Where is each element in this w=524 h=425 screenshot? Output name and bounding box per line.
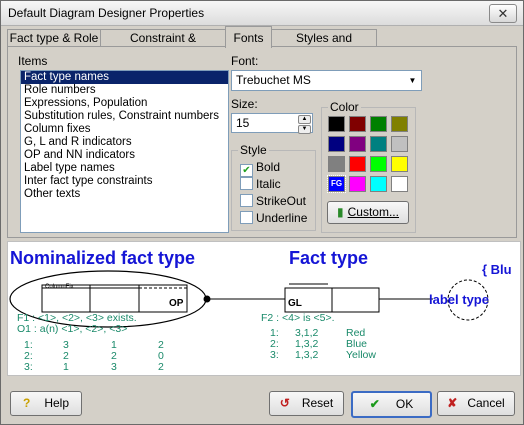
style-group-title: Style: [238, 143, 269, 157]
bold-checkbox[interactable]: ✔ Bold: [240, 160, 281, 177]
columnfix-text: ColumnFix: [45, 284, 74, 290]
color-swatch[interactable]: [370, 176, 387, 192]
items-listbox[interactable]: Fact type names Role numbers Expressions…: [20, 70, 229, 233]
title-bar: Default Diagram Designer Properties ✕: [1, 1, 523, 26]
font-label: Font:: [231, 54, 259, 68]
help-button[interactable]: ? Help: [10, 391, 82, 416]
tab-styles-selections[interactable]: Styles and selections: [271, 29, 377, 62]
color-swatch[interactable]: [391, 176, 408, 192]
list-item[interactable]: G, L and R indicators: [21, 136, 228, 149]
tab-constraint-substitution[interactable]: Constraint & Substitution: [100, 29, 226, 62]
bold-label: Bold: [256, 160, 281, 174]
tab-fonts[interactable]: Fonts: [225, 26, 272, 48]
close-icon[interactable]: ✕: [489, 4, 517, 23]
italic-checkbox[interactable]: Italic: [240, 177, 281, 191]
ok-label: OK: [395, 397, 414, 411]
population-cell: Yellow: [346, 349, 376, 361]
style-group: Style ✔ Bold Italic StrikeOut Underline: [231, 143, 316, 231]
gl-indicator: GL: [288, 298, 302, 309]
color-swatch[interactable]: [349, 156, 366, 172]
fonts-tab-panel: Items Fact type names Role numbers Expre…: [7, 46, 517, 238]
list-item[interactable]: Role numbers: [21, 84, 228, 97]
help-icon: ?: [22, 396, 31, 410]
underline-label: Underline: [256, 211, 308, 225]
color-swatch[interactable]: [370, 136, 387, 152]
nominalized-title: Nominalized fact type: [10, 248, 196, 268]
diagram-preview: Nominalized fact type Fact type { Blu la…: [7, 241, 521, 376]
color-swatch[interactable]: [370, 156, 387, 172]
list-item[interactable]: Inter fact type constraints: [21, 175, 228, 188]
reset-label: Reset: [301, 396, 334, 410]
color-swatch[interactable]: FG: [327, 175, 346, 193]
strikeout-label: StrikeOut: [256, 194, 307, 208]
cancel-label: Cancel: [467, 396, 505, 410]
color-group-title: Color: [328, 100, 361, 114]
size-value: 15: [236, 116, 250, 130]
underline-checkbox[interactable]: Underline: [240, 211, 307, 225]
population-cell: 3:: [24, 361, 33, 373]
color-swatch[interactable]: [370, 116, 387, 132]
list-item[interactable]: Label type names: [21, 162, 228, 175]
color-swatch[interactable]: [391, 116, 408, 132]
strikeout-checkbox[interactable]: StrikeOut: [240, 194, 306, 208]
color-swatch[interactable]: [349, 116, 366, 132]
properties-dialog: Default Diagram Designer Properties ✕ Fa…: [0, 0, 524, 425]
spin-down-icon[interactable]: ▼: [298, 125, 311, 134]
list-item[interactable]: Other texts: [21, 188, 228, 201]
population-cell: 3: [111, 361, 117, 373]
help-label: Help: [44, 396, 70, 410]
reset-icon: ↺: [279, 396, 290, 410]
reset-button[interactable]: ↺ Reset: [269, 391, 344, 416]
checkmark-icon: ✔: [240, 164, 253, 177]
size-stepper[interactable]: 15 ▲ ▼: [231, 113, 313, 134]
custom-label: Custom...: [347, 205, 399, 219]
font-select[interactable]: Trebuchet MS ▼: [231, 70, 422, 91]
list-item[interactable]: Column fixes: [21, 123, 228, 136]
population-cell: 3:: [270, 349, 279, 361]
crayons-icon: ▮: [337, 205, 344, 219]
color-group: Color FG ▮ Custom...: [321, 100, 416, 233]
window-title: Default Diagram Designer Properties: [8, 6, 205, 20]
fact-title: Fact type: [289, 248, 369, 268]
items-label: Items: [18, 54, 48, 68]
population-cell: 1,3,2: [295, 349, 319, 361]
italic-label: Italic: [256, 177, 281, 191]
list-item[interactable]: Expressions, Population: [21, 97, 228, 110]
color-swatch[interactable]: [349, 136, 366, 152]
color-swatch[interactable]: [328, 136, 345, 152]
check-icon: ✔: [369, 397, 380, 411]
dialog-footer: ? Help ↺ Reset ✔ OK ✘ Cancel: [1, 381, 523, 424]
color-swatch[interactable]: [391, 136, 408, 152]
spin-up-icon[interactable]: ▲: [298, 115, 311, 124]
cancel-button[interactable]: ✘ Cancel: [437, 391, 515, 416]
color-swatch[interactable]: [328, 116, 345, 132]
f2-text: F2 : <4> is <5>.: [261, 312, 335, 324]
color-swatch[interactable]: [391, 156, 408, 172]
list-item[interactable]: Fact type names: [21, 71, 228, 84]
label-type-text: label type: [429, 292, 489, 307]
list-item[interactable]: Substitution rules, Constraint numbers: [21, 110, 228, 123]
custom-color-button[interactable]: ▮ Custom...: [327, 201, 409, 224]
population-cell: 1: [63, 361, 69, 373]
size-label: Size:: [231, 97, 258, 111]
op-indicator: OP: [169, 298, 184, 309]
o1-text: O1 : a(n) <1>, <2>, <3>: [17, 323, 128, 335]
ok-button[interactable]: ✔ OK: [351, 391, 432, 418]
list-item[interactable]: OP and NN indicators: [21, 149, 228, 162]
chevron-down-icon[interactable]: ▼: [404, 71, 421, 90]
font-select-value: Trebuchet MS: [236, 73, 311, 87]
population-cell: 2: [158, 361, 164, 373]
color-swatch[interactable]: [328, 156, 345, 172]
color-swatch[interactable]: [349, 176, 366, 192]
cancel-icon: ✘: [447, 396, 458, 410]
tab-fact-type-role[interactable]: Fact type & Role: [7, 29, 101, 47]
blu-text: { Blu: [482, 262, 512, 277]
